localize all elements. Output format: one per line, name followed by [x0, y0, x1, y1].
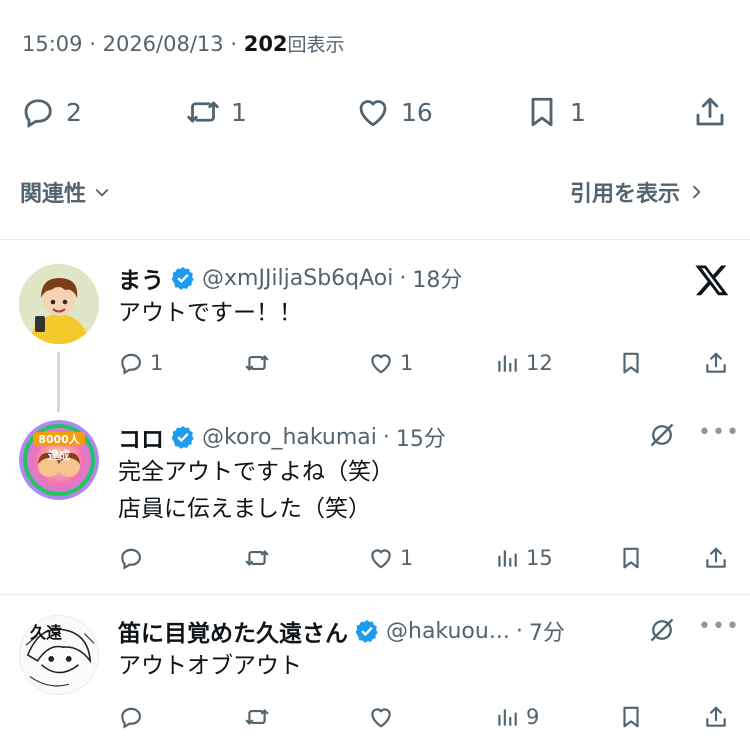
heart-icon — [371, 549, 391, 569]
grok-icon[interactable] — [648, 616, 676, 648]
repost-count: 1 — [231, 97, 247, 127]
repost-icon — [245, 355, 269, 371]
reply-header: まう @xmJJiljaSb6qAoi · 18分 — [118, 261, 462, 295]
bookmark-icon — [623, 706, 639, 728]
like-count: 16 — [401, 97, 433, 127]
handle[interactable]: @koro_hakumai — [202, 425, 377, 450]
like-button[interactable] — [368, 704, 394, 730]
avatar[interactable] — [19, 264, 99, 344]
grok-icon[interactable] — [648, 421, 676, 453]
repost-icon — [187, 101, 219, 123]
bookmark-count: 1 — [570, 97, 586, 127]
reply-text: アウトですー！！ — [118, 300, 302, 326]
repost-button[interactable] — [244, 704, 270, 730]
reply-button[interactable] — [118, 704, 144, 730]
repost-button[interactable] — [244, 350, 270, 376]
chevron-right-icon — [692, 185, 701, 199]
reply-count: 2 — [66, 97, 82, 127]
views-button[interactable]: 9 — [494, 704, 539, 730]
reply-button[interactable]: 2 — [20, 92, 82, 132]
timestamp[interactable]: 18分 — [412, 262, 462, 294]
repost-icon — [245, 709, 269, 725]
view-quotes-link[interactable]: 引用を表示 — [570, 176, 706, 208]
reply-text: アウトオブアウト — [118, 653, 302, 679]
thread-line — [57, 352, 60, 412]
share-button[interactable] — [703, 350, 729, 376]
share-icon — [706, 547, 726, 568]
verified-badge-icon — [355, 619, 378, 643]
reply-button[interactable] — [118, 545, 144, 571]
reply-text: 完全アウトですよね（笑） 店員に伝えました（笑） — [118, 459, 394, 522]
reply-icon — [24, 99, 52, 129]
like-button[interactable]: 1 — [368, 545, 413, 571]
avatar-badge-text: 8000人達成 — [38, 433, 80, 462]
share-button[interactable] — [692, 92, 728, 132]
reply-icon — [121, 548, 141, 570]
post-date[interactable]: 2026/08/13 — [103, 32, 224, 56]
reply-header: コロ @koro_hakumai · 15分 — [118, 420, 446, 454]
share-icon — [706, 352, 726, 373]
display-name[interactable]: まう — [118, 261, 164, 295]
avatar-text: 久遠 — [30, 623, 63, 642]
analytics-icon — [498, 550, 517, 567]
bookmark-icon — [623, 352, 639, 374]
views-button[interactable]: 12 — [494, 350, 553, 376]
share-icon — [706, 706, 726, 727]
handle[interactable]: @xmJJiljaSb6qAoi — [202, 266, 393, 291]
analytics-icon — [498, 355, 517, 372]
more-options-icon[interactable]: ••• — [698, 614, 740, 639]
reply-button[interactable]: 1 — [118, 350, 163, 376]
divider — [0, 239, 750, 240]
display-name[interactable]: コロ — [118, 420, 164, 454]
verified-badge-icon — [171, 425, 194, 449]
share-button[interactable] — [703, 704, 729, 730]
bookmark-icon — [623, 547, 639, 569]
share-button[interactable] — [703, 545, 729, 571]
view-count[interactable]: 202 — [244, 32, 288, 56]
view-label: 回表示 — [287, 34, 345, 56]
bookmark-icon — [531, 97, 553, 127]
anime-boy-avatar — [19, 264, 99, 344]
repost-icon — [245, 550, 269, 566]
like-button[interactable]: 1 — [368, 350, 413, 376]
post-time: 15:09 — [22, 32, 83, 56]
divider — [0, 594, 750, 595]
post-meta: 15:09 · 2026/08/13 · 202回表示 — [22, 32, 345, 56]
reply-icon — [121, 353, 141, 375]
heart-icon — [359, 100, 387, 127]
display-name[interactable]: 笛に目覚めた久遠さん — [118, 614, 348, 648]
bookmark-button[interactable] — [618, 704, 644, 730]
reply-header: 笛に目覚めた久遠さん @hakuou... · 7分 — [118, 614, 565, 648]
like-button[interactable]: 16 — [355, 92, 433, 132]
reply-icon — [121, 707, 141, 729]
heart-icon — [371, 708, 391, 728]
x-logo-icon — [694, 262, 730, 302]
verified-badge-icon — [171, 266, 194, 290]
timestamp[interactable]: 7分 — [529, 615, 565, 647]
heart-icon — [371, 354, 391, 374]
analytics-icon — [498, 709, 517, 726]
bookmark-button[interactable] — [618, 545, 644, 571]
share-icon — [696, 97, 724, 126]
timestamp[interactable]: 15分 — [396, 421, 446, 453]
repost-button[interactable] — [244, 545, 270, 571]
views-button[interactable]: 15 — [494, 545, 553, 571]
handle[interactable]: @hakuou... — [386, 619, 510, 644]
sort-dropdown[interactable]: 関連性 — [20, 176, 112, 208]
chevron-down-icon — [95, 188, 109, 197]
more-options-icon[interactable]: ••• — [698, 420, 740, 445]
bookmark-button[interactable] — [618, 350, 644, 376]
bookmark-button[interactable]: 1 — [524, 92, 586, 132]
repost-button[interactable]: 1 — [185, 92, 247, 132]
